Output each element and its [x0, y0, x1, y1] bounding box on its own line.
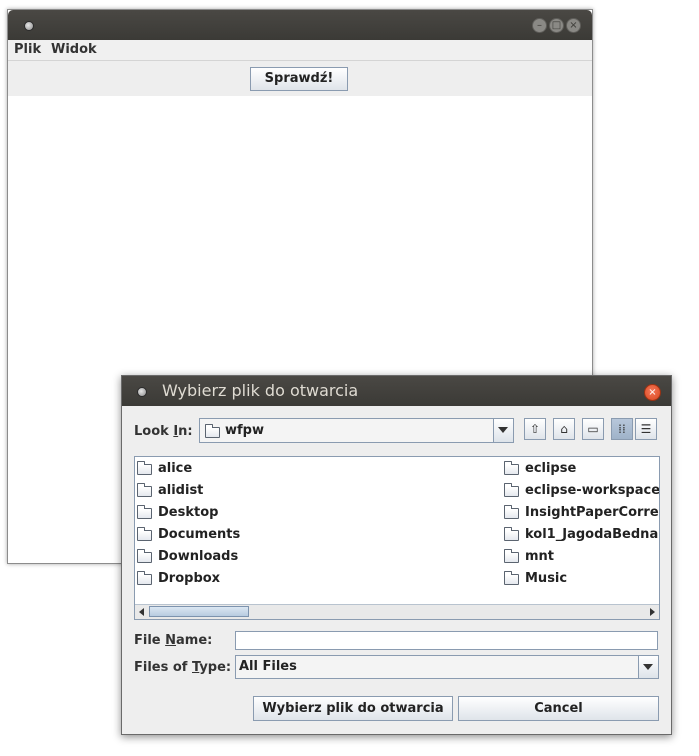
- folder-icon: [504, 549, 519, 563]
- dialog-titlebar: Wybierz plik do otwarcia ×: [122, 376, 671, 406]
- look-in-value: wfpw: [225, 423, 264, 438]
- list-view-icon[interactable]: ⁞⁞: [611, 418, 633, 440]
- file-list[interactable]: alice alidist Desktop Documents Download…: [134, 456, 660, 620]
- look-in-label: Look In:: [134, 424, 193, 439]
- scroll-right-icon[interactable]: [645, 605, 659, 619]
- look-in-combo[interactable]: wfpw: [199, 418, 514, 443]
- file-type-label: Files of Type:: [134, 660, 232, 675]
- window-menu-icon[interactable]: [24, 21, 34, 31]
- scrollbar-thumb[interactable]: [149, 606, 249, 617]
- file-type-value: All Files: [239, 659, 297, 674]
- dialog-menu-icon[interactable]: [137, 387, 147, 397]
- check-button[interactable]: Sprawdź!: [250, 67, 348, 91]
- folder-icon: [504, 527, 519, 541]
- folder-icon: [205, 424, 220, 438]
- file-type-combo[interactable]: All Files: [235, 655, 659, 679]
- file-name-label: File Name:: [134, 633, 213, 648]
- close-icon[interactable]: ×: [566, 18, 581, 33]
- dialog-close-icon[interactable]: ×: [644, 384, 661, 401]
- folder-icon: [137, 483, 152, 497]
- folder-icon: [504, 483, 519, 497]
- open-button[interactable]: Wybierz plik do otwarcia: [253, 696, 453, 721]
- up-one-level-icon[interactable]: ⇧: [524, 418, 546, 440]
- folder-icon: [137, 505, 152, 519]
- menu-plik[interactable]: Plik: [14, 42, 41, 57]
- folder-icon: [504, 505, 519, 519]
- home-icon[interactable]: ⌂: [553, 418, 575, 440]
- folder-icon: [137, 571, 152, 585]
- chevron-down-icon: [498, 427, 508, 433]
- folder-icon: [137, 549, 152, 563]
- minimize-icon[interactable]: –: [532, 18, 547, 33]
- chevron-down-icon: [643, 664, 653, 670]
- folder-icon: [504, 461, 519, 475]
- look-in-dropdown-arrow[interactable]: [493, 419, 513, 442]
- main-titlebar: – □ ×: [8, 10, 592, 40]
- menu-widok[interactable]: Widok: [51, 42, 97, 57]
- menu-bar: Plik Widok: [8, 40, 592, 61]
- folder-icon: [137, 527, 152, 541]
- maximize-icon[interactable]: □: [549, 18, 564, 33]
- file-name-input[interactable]: [235, 631, 658, 650]
- cancel-button[interactable]: Cancel: [458, 696, 659, 721]
- dialog-title: Wybierz plik do otwarcia: [162, 381, 359, 400]
- new-folder-icon[interactable]: ▭: [582, 418, 604, 440]
- toolbar: Sprawdź!: [8, 61, 592, 96]
- scroll-left-icon[interactable]: [135, 605, 149, 619]
- folder-icon: [137, 461, 152, 475]
- horizontal-scrollbar[interactable]: [135, 604, 659, 619]
- file-type-dropdown-arrow[interactable]: [638, 656, 658, 678]
- folder-icon: [504, 571, 519, 585]
- details-view-icon[interactable]: ☰: [635, 418, 657, 440]
